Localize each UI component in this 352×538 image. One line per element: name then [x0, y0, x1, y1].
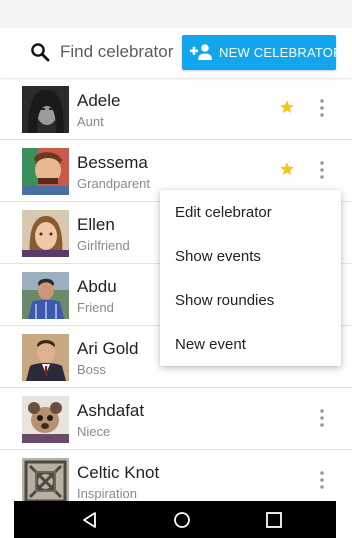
- avatar: [22, 396, 69, 443]
- list-item[interactable]: Adele Aunt: [0, 78, 352, 140]
- contact-name: Ashdafat: [77, 401, 145, 420]
- context-menu: Edit celebrator Show events Show roundie…: [160, 190, 341, 366]
- more-options-icon[interactable]: [318, 408, 326, 428]
- home-icon[interactable]: [172, 510, 192, 530]
- more-options-icon[interactable]: [318, 160, 326, 180]
- menu-item-label: Show roundies: [175, 292, 275, 309]
- avatar: [22, 458, 69, 501]
- contact-relation: Niece: [77, 424, 111, 439]
- menu-item-show-roundies[interactable]: Show roundies: [160, 278, 341, 322]
- menu-item-label: Edit celebrator: [175, 204, 272, 221]
- toolbar: Find celebrator NEW CELEBRATOR: [0, 28, 352, 78]
- avatar: [22, 334, 69, 381]
- contact-relation: Inspiration: [77, 486, 137, 501]
- contact-name: Adele: [77, 91, 121, 110]
- menu-item-edit-celebrator[interactable]: Edit celebrator: [160, 190, 341, 234]
- contact-name: Bessema: [77, 153, 148, 172]
- avatar: [22, 86, 69, 133]
- avatar: [22, 148, 69, 195]
- menu-item-show-events[interactable]: Show events: [160, 234, 341, 278]
- add-person-icon: [190, 44, 212, 60]
- contact-name: Celtic Knot: [77, 463, 160, 482]
- menu-item-new-event[interactable]: New event: [160, 322, 341, 366]
- contact-name: Ellen: [77, 215, 115, 234]
- contact-relation: Boss: [77, 362, 106, 377]
- avatar: [22, 210, 69, 257]
- more-options-icon[interactable]: [318, 98, 326, 118]
- avatar: [22, 272, 69, 319]
- new-celebrator-button[interactable]: NEW CELEBRATOR: [182, 35, 342, 70]
- list-item[interactable]: Ashdafat Niece: [0, 388, 352, 450]
- new-celebrator-label: NEW CELEBRATOR: [219, 45, 343, 60]
- contact-relation: Grandparent: [77, 176, 150, 191]
- contact-name: Abdu: [77, 277, 117, 296]
- star-icon[interactable]: [279, 99, 295, 115]
- search-icon[interactable]: [30, 42, 50, 62]
- back-icon[interactable]: [80, 510, 100, 530]
- navigation-bar: [14, 501, 336, 538]
- star-icon[interactable]: [279, 161, 295, 177]
- menu-item-label: Show events: [175, 248, 261, 265]
- contact-name: Ari Gold: [77, 339, 139, 358]
- search-input[interactable]: Find celebrator: [60, 41, 173, 63]
- app-screen: Find celebrator NEW CELEBRATOR Adele Aun…: [0, 0, 352, 538]
- list-item[interactable]: Celtic Knot Inspiration: [0, 450, 352, 501]
- more-options-icon[interactable]: [318, 470, 326, 490]
- contact-relation: Friend: [77, 300, 114, 315]
- contact-relation: Girlfriend: [77, 238, 130, 253]
- menu-item-label: New event: [175, 336, 246, 353]
- contact-relation: Aunt: [77, 114, 104, 129]
- status-bar: [0, 0, 352, 28]
- recents-icon[interactable]: [264, 510, 284, 530]
